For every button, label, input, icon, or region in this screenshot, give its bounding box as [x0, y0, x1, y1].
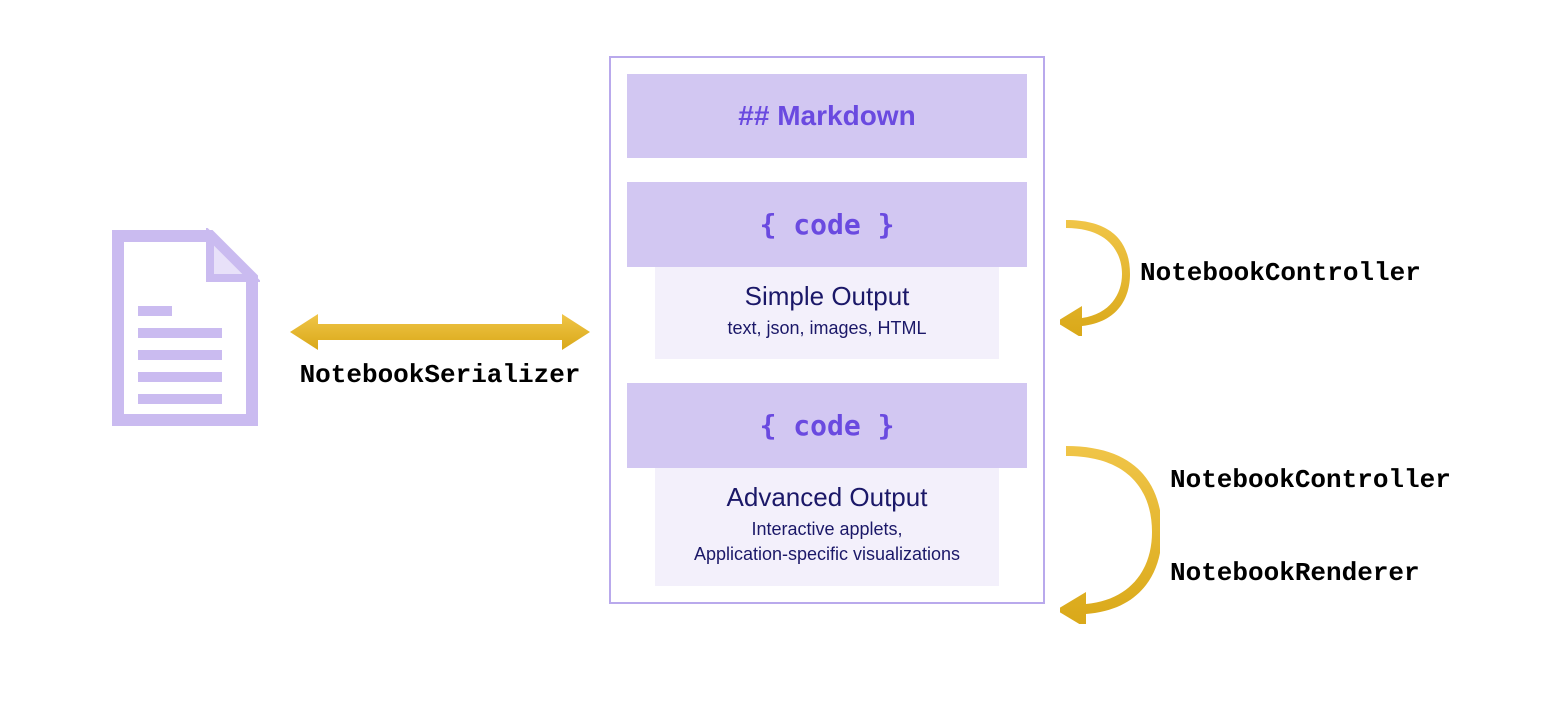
markdown-cell: ## Markdown: [627, 74, 1027, 158]
simple-output-box: Simple Output text, json, images, HTML: [655, 267, 999, 359]
advanced-output-sub-line1: Interactive applets,: [751, 519, 902, 539]
code-cell-1-header: { code }: [627, 182, 1027, 267]
controller-arrow-1-icon: [1060, 216, 1130, 336]
advanced-output-subtitle: Interactive applets, Application-specifi…: [665, 517, 989, 567]
controller-arrow-2-icon: [1060, 444, 1160, 624]
code-cell-1: { code } Simple Output text, json, image…: [627, 182, 1027, 359]
file-document-icon: [110, 228, 260, 428]
advanced-output-box: Advanced Output Interactive applets, App…: [655, 468, 999, 585]
controller-label-1: NotebookController: [1140, 258, 1421, 288]
advanced-output-title: Advanced Output: [665, 482, 989, 513]
diagram-canvas: NotebookSerializer ## Markdown { code } …: [0, 0, 1546, 704]
renderer-label: NotebookRenderer: [1170, 558, 1420, 588]
controller-label-2: NotebookController: [1170, 465, 1451, 495]
code-cell-2-header: { code }: [627, 383, 1027, 468]
serializer-arrow-icon: [290, 312, 590, 352]
markdown-cell-header: ## Markdown: [627, 74, 1027, 158]
simple-output-subtitle: text, json, images, HTML: [665, 316, 989, 341]
advanced-output-sub-line2: Application-specific visualizations: [694, 544, 960, 564]
notebook-container: ## Markdown { code } Simple Output text,…: [609, 56, 1045, 604]
code-cell-2: { code } Advanced Output Interactive app…: [627, 383, 1027, 585]
simple-output-title: Simple Output: [665, 281, 989, 312]
serializer-label: NotebookSerializer: [290, 360, 590, 390]
